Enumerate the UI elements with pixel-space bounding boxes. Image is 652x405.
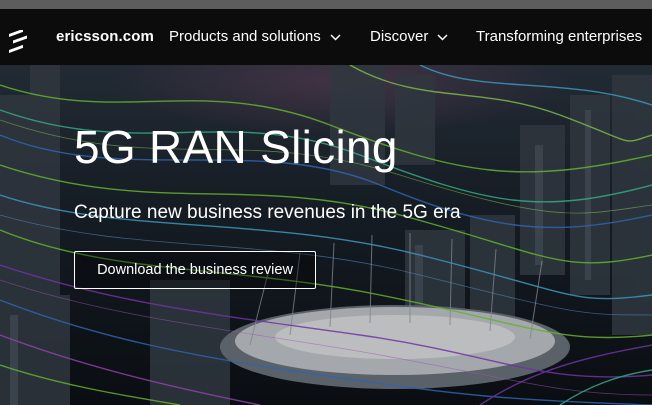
hero-subtitle: Capture new business revenues in the 5G … — [74, 202, 461, 223]
nav-item-products-and-solutions[interactable]: Products and solutions — [169, 9, 341, 65]
ericsson-logo-icon[interactable] — [9, 28, 29, 56]
chevron-down-icon — [330, 9, 341, 65]
chevron-down-icon — [437, 9, 448, 65]
browser-top-strip — [0, 0, 652, 9]
nav-item-label: Products and solutions — [169, 28, 321, 45]
nav-item-transforming-enterprises[interactable]: Transforming enterprises — [476, 9, 642, 65]
hero-title: 5G RAN Slicing — [74, 121, 398, 173]
hero-banner: 5G RAN Slicing Capture new business reve… — [0, 65, 652, 405]
nav-item-label: Discover — [370, 28, 429, 45]
brand-link[interactable]: ericsson.com — [56, 9, 154, 65]
download-business-review-button[interactable]: Download the business review — [74, 251, 316, 289]
nav-item-label: Transforming enterprises — [476, 28, 643, 45]
nav-item-discover[interactable]: Discover — [370, 9, 448, 65]
site-header: ericsson.com Products and solutions Disc… — [0, 9, 652, 65]
hero-background-image — [0, 65, 652, 405]
